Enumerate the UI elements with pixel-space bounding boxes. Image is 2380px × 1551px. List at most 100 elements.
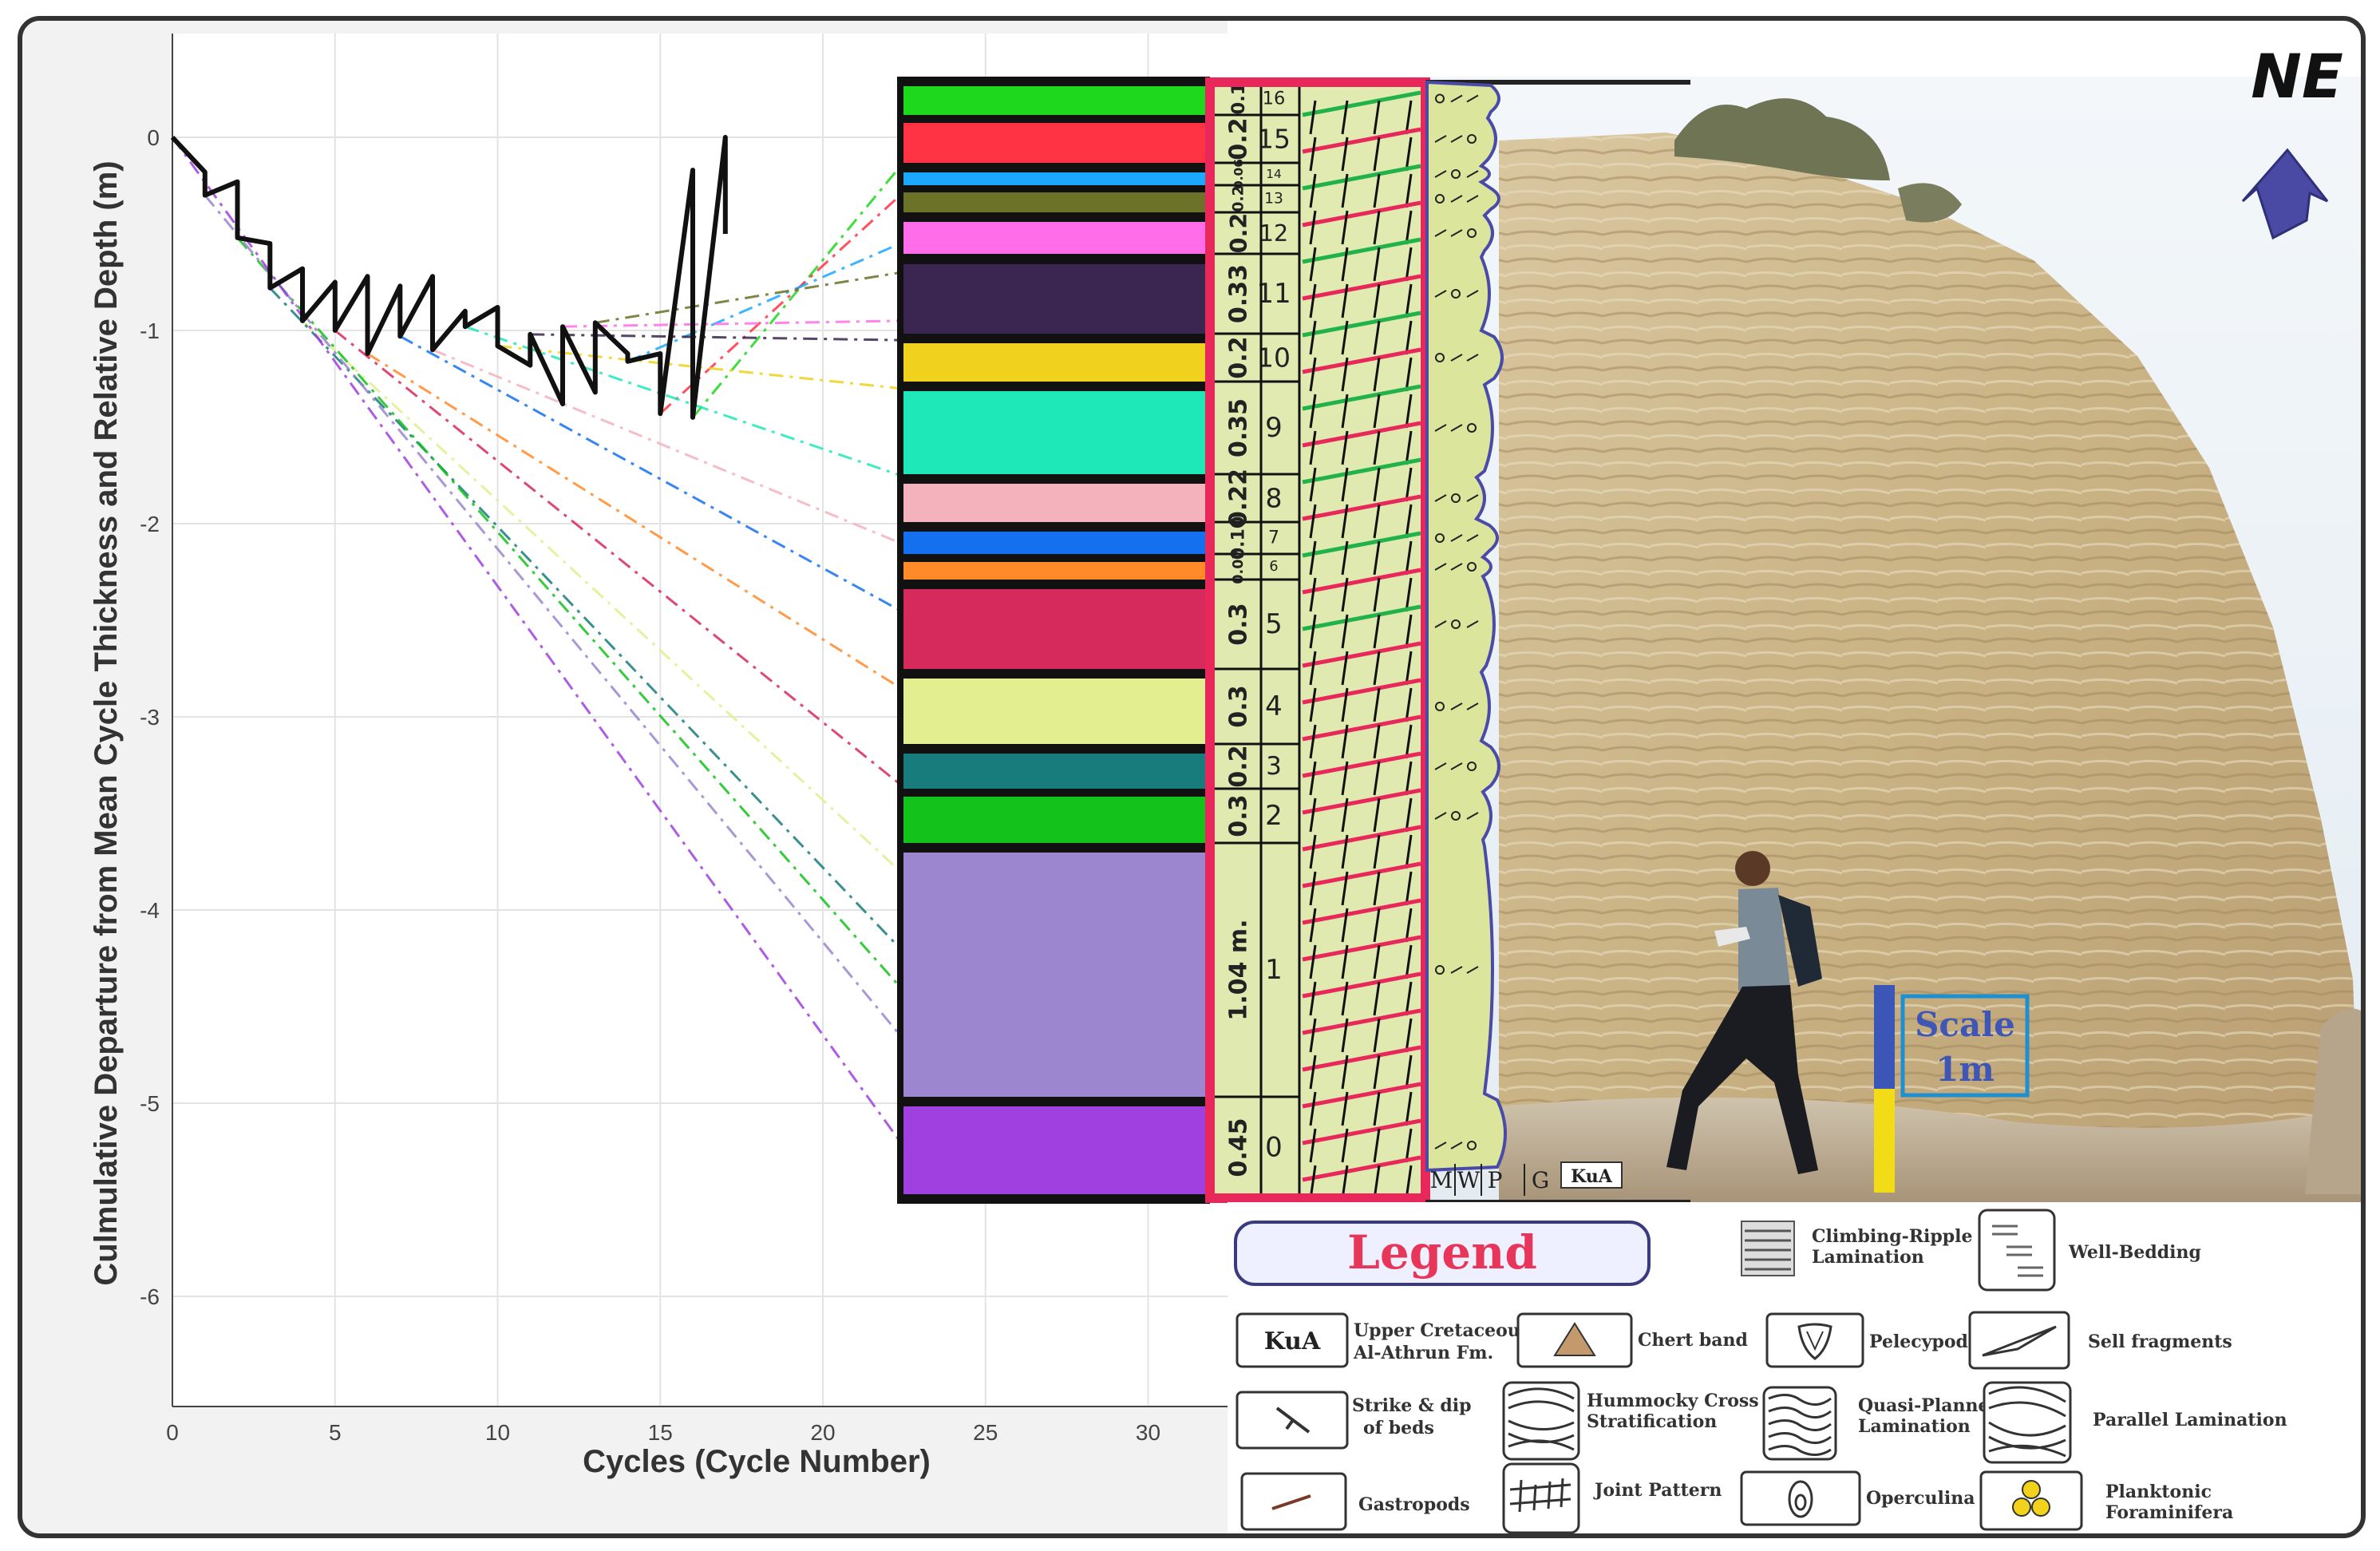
cycle-number-label: 1 (1265, 954, 1283, 986)
figure-canvas: 0 5 10 15 20 25 300-1-2-3-4-5-6 Culmulative De… (22, 21, 2361, 1533)
cycle-number-label: 0 (1265, 1132, 1283, 1164)
cycle-band-14 (903, 172, 1210, 185)
cycle-band-15 (903, 123, 1210, 163)
legend-strike-label-2: of beds (1363, 1418, 1434, 1438)
cycle-band-0 (903, 1106, 1210, 1194)
x-tick-label: 25 (973, 1420, 998, 1445)
cycle-thickness-label: 0.06 (1232, 159, 1246, 189)
climbing-ripple-icon (1741, 1221, 1795, 1276)
y-tick-label: -1 (140, 319, 160, 343)
cycle-band-5 (903, 589, 1210, 669)
scale-label-bottom: 1m (1935, 1050, 1995, 1089)
x-tick-label: 30 (1136, 1420, 1160, 1445)
x-tick-label: 0 (166, 1420, 179, 1445)
cycle-band-3 (903, 754, 1210, 789)
legend-title: Legend (1347, 1225, 1537, 1280)
cycle-thickness-label: 0.2 (1225, 213, 1252, 254)
cycle-number-label: 7 (1268, 528, 1279, 548)
texture-header-p: P (1488, 1167, 1503, 1193)
legend-quasi-label-2: Lamination (1858, 1416, 1971, 1437)
cycle-thickness-label: 0.45 (1225, 1118, 1253, 1177)
legend-kua-label-2: Al-Athrun Fm. (1353, 1343, 1493, 1363)
y-tick-label: -5 (140, 1091, 160, 1116)
cycle-thickness-label: 0.2 (1225, 336, 1253, 378)
legend-plankt-label-1: Planktonic (2105, 1482, 2212, 1502)
legend-kua-label-1: Upper Cretaceous (1354, 1320, 1530, 1341)
y-tick-label: -3 (140, 705, 160, 730)
cycle-thickness-label: 1.04 m. (1225, 919, 1253, 1020)
scale-label-top: Scale (1915, 1005, 2015, 1044)
cycle-thickness-label: 0.2 (1225, 117, 1253, 160)
cycle-thickness-label: 0.3 (1225, 685, 1253, 727)
cycle-band-4 (903, 679, 1210, 744)
cycle-color-column (897, 77, 1210, 1204)
legend-hummocky-label-1: Hummocky Cross (1587, 1391, 1759, 1411)
legend-kua: KuA Upper Cretaceous Al-Athrun Fm. (1235, 1312, 1530, 1368)
legend-panel: Legend Climbing-Ripple Lamination Well-B… (1228, 1202, 2361, 1533)
legend-well-bedding-label: Well-Bedding (2068, 1242, 2201, 1263)
cycle-number-label: 5 (1265, 608, 1283, 640)
cycle-number-label: 12 (1259, 220, 1288, 247)
y-tick-label: -2 (140, 512, 160, 536)
x-tick-label: 15 (648, 1420, 673, 1445)
north-label: NE (2251, 41, 2343, 112)
y-tick-label: -4 (140, 898, 160, 923)
cycle-band-7 (903, 532, 1210, 554)
scale-bar-lower (1874, 1089, 1895, 1193)
legend-hummocky-label-2: Stratification (1587, 1411, 1717, 1432)
cycle-band-10 (903, 343, 1210, 382)
y-tick-label: -6 (140, 1284, 160, 1309)
y-axis-label: Culmulative Departure from Mean Cycle Th… (89, 160, 124, 1285)
cycle-thickness-label: 0.33 (1225, 264, 1253, 323)
x-tick-label: 5 (329, 1420, 342, 1445)
legend-quasi-label-1: Quasi-Planner (1858, 1395, 1998, 1416)
cycle-band-16 (903, 86, 1210, 115)
texture-header-m: M (1430, 1167, 1453, 1193)
scale-bar-upper (1874, 985, 1895, 1089)
cycle-number-label: 13 (1264, 191, 1283, 208)
x-axis-label: Cycles (Cycle Number) (583, 1444, 931, 1479)
y-tick-label: 0 (147, 125, 160, 150)
legend-climbing-ripple-label-1: Climbing-Ripple (1812, 1226, 1973, 1247)
legend-parallel-label: Parallel Lamination (2093, 1410, 2287, 1430)
cycle-thickness-label: 0.3 (1225, 794, 1253, 837)
cycle-number-label: 2 (1265, 800, 1283, 832)
cycle-thickness-label: 0.2 (1225, 745, 1253, 787)
legend-pelecypoda-label: Pelecypoda (1869, 1331, 1979, 1352)
parallel-lamination-icon (1983, 1381, 2072, 1464)
legend-shell-label: Sell fragments (2088, 1331, 2232, 1352)
cycle-band-11 (903, 264, 1210, 334)
legend-gastropods-label: Gastropods (1358, 1494, 1470, 1515)
cycle-number-label: 3 (1266, 752, 1282, 781)
x-tick-label: 10 (485, 1420, 510, 1445)
legend-chert-label: Chert band (1638, 1330, 1748, 1351)
legend-strike-label-1: Strike & dip (1352, 1395, 1472, 1416)
cycle-thickness-label: 0.07 (1231, 549, 1247, 584)
cycle-band-8 (903, 484, 1210, 522)
cycle-band-12 (903, 222, 1210, 254)
base-unit-label: KuA (1571, 1166, 1613, 1187)
cycle-number-label: 9 (1265, 412, 1283, 444)
texture-header-g: G (1532, 1167, 1549, 1193)
cycle-number-label: 16 (1263, 89, 1286, 109)
texture-header-w: W (1457, 1167, 1481, 1193)
cycle-band-9 (903, 391, 1210, 474)
cycle-band-13 (903, 192, 1210, 212)
cycle-thickness-label: 0.35 (1225, 398, 1253, 457)
cycle-thickness-label: 0.1 (1228, 83, 1249, 115)
legend-plankt-label-2: Foraminifera (2105, 1502, 2233, 1523)
legend-kua-symbol: KuA (1264, 1327, 1321, 1355)
cycle-number-label: 14 (1266, 167, 1282, 181)
cycle-number-label: 6 (1269, 559, 1278, 575)
cycle-band-6 (903, 562, 1210, 580)
cycle-number-label: 8 (1266, 483, 1283, 514)
cycle-number-label: 4 (1265, 690, 1283, 722)
cycle-band-1 (903, 853, 1210, 1097)
x-tick-label: 20 (810, 1420, 835, 1445)
cycle-band-2 (903, 797, 1210, 843)
legend-joint-label: Joint Pattern (1593, 1480, 1722, 1501)
cycle-thickness-label: 0.2 (1231, 185, 1247, 212)
figure-frame: 0 5 10 15 20 25 30 0 -1 -2 -3 -4 -5 -6 Culmulative De… (18, 16, 2366, 1538)
cycle-thickness-label: 0.3 (1225, 603, 1253, 645)
legend-operculina-label: Operculina (1866, 1488, 1975, 1509)
